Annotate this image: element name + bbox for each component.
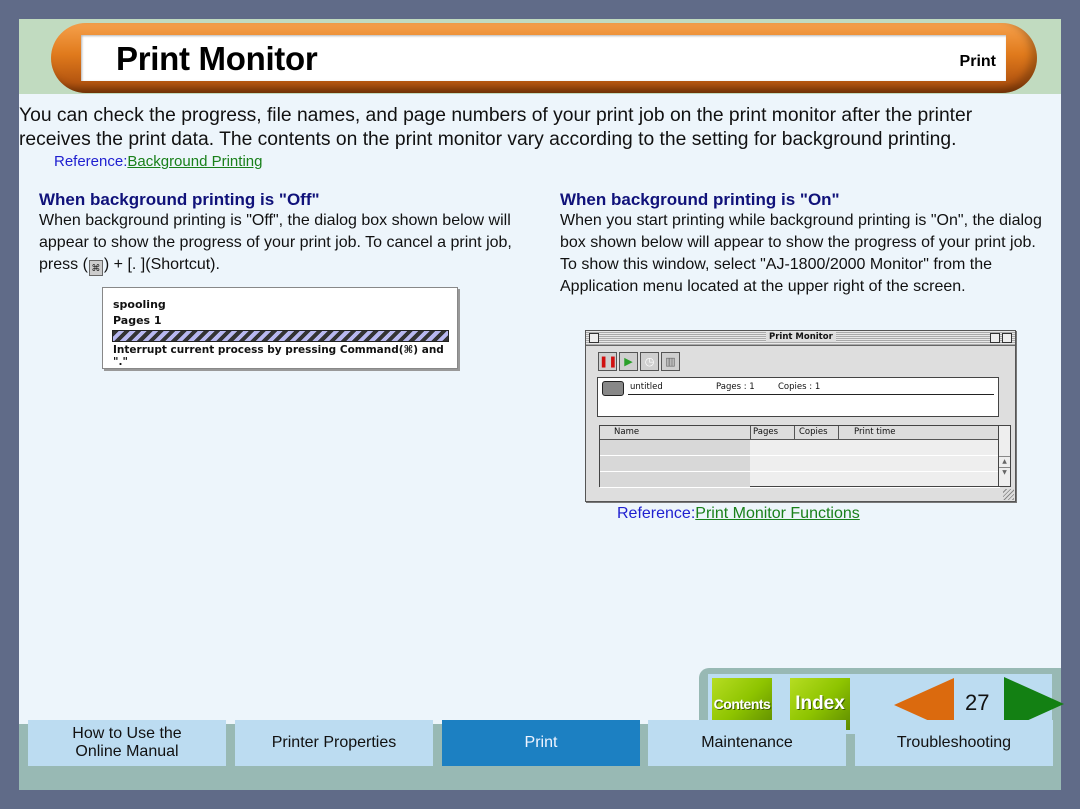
reference-label: Reference:: [54, 153, 128, 170]
play-icon: ▶: [624, 355, 633, 368]
spooling-dialog: spooling Pages 1 Interrupt current proce…: [102, 287, 458, 369]
tab-label: Printer Properties: [271, 734, 397, 751]
off-text-after: ) + [. ](Shortcut).: [103, 256, 220, 273]
resume-button[interactable]: ▶: [619, 352, 638, 371]
col-divider: [750, 426, 751, 439]
scroll-up-arrow-icon[interactable]: ▲: [999, 456, 1010, 467]
reference-print-monitor-functions: Reference:Print Monitor Functions: [617, 505, 860, 523]
off-paragraph: When background printing is "Off", the d…: [39, 210, 524, 276]
list-header: Name Pages Copies Print time: [600, 426, 1000, 440]
col-divider: [794, 426, 795, 439]
list-row[interactable]: [600, 440, 1000, 456]
spool-status: spooling: [113, 298, 166, 311]
col-pages[interactable]: Pages: [753, 427, 778, 437]
scroll-down-arrow-icon[interactable]: ▼: [999, 467, 1010, 478]
print-monitor-window: Print Monitor ❚❚ ▶ ◷ ▥ untitled Pages : …: [585, 330, 1016, 502]
job-pages: Pages : 1: [716, 382, 755, 392]
pause-button[interactable]: ❚❚: [598, 352, 617, 371]
spool-progress-bar: [112, 330, 449, 342]
printer-icon: [602, 381, 624, 396]
page-number: 27: [965, 690, 990, 715]
schedule-button[interactable]: ◷: [640, 352, 659, 371]
on-paragraph: When you start printing while background…: [560, 212, 1042, 295]
section-label: Print: [959, 53, 996, 70]
job-underline: [628, 394, 994, 395]
col-copies[interactable]: Copies: [799, 427, 828, 437]
intro-paragraph: You can check the progress, file names, …: [19, 105, 973, 150]
title-box: Print Monitor Print: [81, 35, 1006, 81]
resize-grip-icon[interactable]: [1003, 489, 1014, 500]
list-row[interactable]: [600, 472, 1000, 488]
current-job: untitled Pages : 1 Copies : 1: [597, 377, 999, 417]
on-heading: When background printing is "On": [560, 190, 840, 209]
col-divider: [838, 426, 839, 439]
window-titlebar[interactable]: Print Monitor: [586, 331, 1015, 346]
tab-label: Troubleshooting: [896, 734, 1012, 751]
title-banner: Print Monitor Print: [51, 23, 1037, 93]
reference-background-printing: Reference:Background Printing: [54, 153, 262, 170]
job-copies: Copies : 1: [778, 382, 821, 392]
job-queue-list: Name Pages Copies Print time: [599, 425, 1001, 488]
tab-maintenance[interactable]: Maintenance: [648, 720, 846, 766]
tab-label: How to Use the Online Manual: [72, 725, 182, 760]
tab-label: Print: [524, 734, 558, 751]
job-name: untitled: [630, 382, 663, 392]
pause-icon: ❚❚: [599, 355, 618, 368]
col-name[interactable]: Name: [614, 427, 639, 437]
tab-label: Maintenance: [701, 734, 793, 751]
page-title: Print Monitor: [116, 40, 318, 77]
background-printing-link[interactable]: Background Printing: [127, 153, 262, 170]
off-heading: When background printing is "Off": [39, 190, 320, 209]
reference-label: Reference:: [617, 505, 696, 522]
trash-icon: ▥: [665, 355, 676, 368]
command-key-icon: ⌘: [88, 260, 103, 276]
tab-how-to-use[interactable]: How to Use the Online Manual: [28, 720, 226, 766]
tab-print[interactable]: Print: [442, 720, 640, 766]
close-box-icon[interactable]: [589, 333, 599, 343]
tab-printer-properties[interactable]: Printer Properties: [235, 720, 433, 766]
zoom-box-icon[interactable]: [990, 333, 1000, 343]
delete-button[interactable]: ▥: [661, 352, 680, 371]
col-print-time[interactable]: Print time: [854, 427, 895, 437]
vertical-scrollbar[interactable]: ▲ ▼: [998, 425, 1011, 487]
spool-pages: Pages 1: [113, 314, 162, 327]
collapse-box-icon[interactable]: [1002, 333, 1012, 343]
window-title: Print Monitor: [766, 332, 836, 342]
clock-icon: ◷: [644, 355, 655, 368]
print-monitor-functions-link[interactable]: Print Monitor Functions: [695, 505, 860, 522]
tab-troubleshooting[interactable]: Troubleshooting: [855, 720, 1053, 766]
spool-hint: Interrupt current process by pressing Co…: [113, 344, 444, 368]
list-row[interactable]: [600, 456, 1000, 472]
